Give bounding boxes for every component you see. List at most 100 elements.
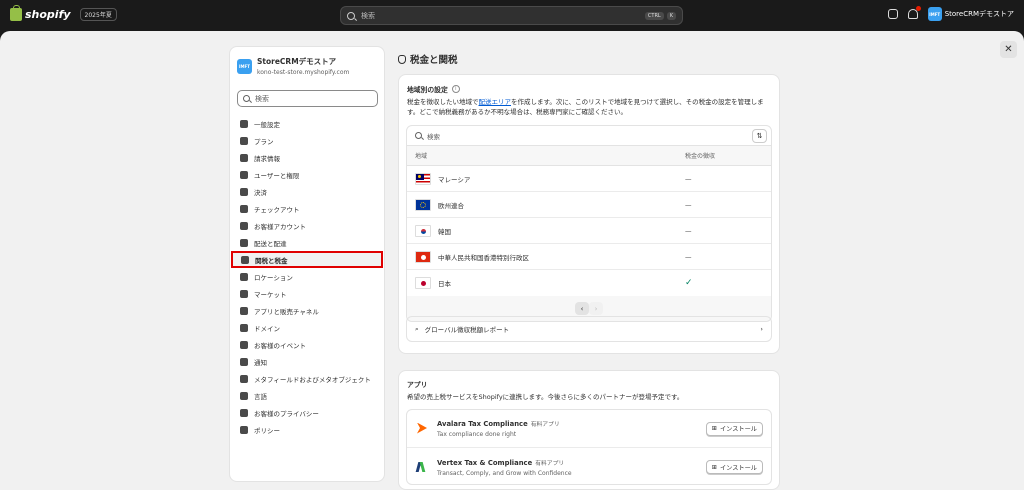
sidebar-item-languages[interactable]: 言語 — [230, 387, 384, 404]
korea-flag-icon — [415, 224, 431, 237]
sidebar-item-billing[interactable]: 請求情報 — [230, 149, 384, 166]
sidebar-item-label: マーケット — [254, 290, 287, 299]
sidebar-search-input[interactable]: 検索 — [237, 90, 378, 107]
shopify-bag-icon — [10, 5, 22, 21]
sort-icon: ⇅ — [756, 132, 763, 140]
table-row[interactable]: 中華人民共和国香港特別行政区 — — [407, 244, 771, 270]
truck-icon — [240, 238, 248, 247]
sidebar-item-policies[interactable]: ポリシー — [230, 421, 384, 438]
sidebar-store-name: StoreCRMデモストア — [257, 57, 337, 66]
shipping-zones-link[interactable]: 配送エリア — [479, 98, 512, 106]
shortcut-k: K — [666, 11, 676, 20]
desc-pre: 税金を徴収したい地域で — [407, 98, 479, 106]
sidebar-item-shipping[interactable]: 配送と配達 — [230, 234, 384, 251]
sidebar-item-taxes[interactable]: 関税と税金 — [231, 251, 383, 268]
report-icon: ⌕ — [415, 324, 419, 333]
metafield-icon — [240, 374, 248, 383]
region-name: 中華人民共和国香港特別行政区 — [438, 253, 529, 262]
close-button[interactable]: ✕ — [1000, 41, 1017, 58]
table-row[interactable]: マレーシア — — [407, 166, 771, 192]
table-row[interactable]: 韓国 — — [407, 218, 771, 244]
sidebar-item-domains[interactable]: ドメイン — [230, 319, 384, 336]
sidebar-nav: 一般設定 プラン 請求情報 ユーザーと権限 決済 チェックアウト お客様アカウン… — [230, 115, 384, 438]
install-button[interactable]: ⊞ インストール — [705, 460, 763, 474]
sidebar-item-plan[interactable]: プラン — [230, 132, 384, 149]
region-status: — — [685, 174, 692, 183]
search-icon — [243, 95, 250, 102]
app-subtitle: Tax compliance done right — [437, 431, 517, 438]
payment-icon — [240, 187, 248, 196]
sidebar-item-label: ユーザーと権限 — [254, 171, 300, 180]
sidebar-item-label: アプリと販売チャネル — [254, 307, 319, 316]
sidebar-item-markets[interactable]: マーケット — [230, 285, 384, 302]
shopify-logo[interactable]: shopify 2025年夏 — [10, 5, 117, 21]
store-icon — [240, 119, 248, 128]
sidebar-item-payments[interactable]: 決済 — [230, 183, 384, 200]
region-name: 日本 — [438, 280, 451, 288]
list-item: Vertex Tax & Compliance 有料アプリ Transact, C… — [407, 448, 771, 484]
globe-icon — [240, 289, 248, 298]
table-row[interactable]: 日本 ✓ — [407, 270, 771, 296]
search-icon — [415, 132, 422, 139]
sidebar-item-label: お客様アカウント — [254, 222, 306, 231]
sidebar-item-label: 言語 — [254, 392, 267, 401]
settings-panel: ✕ IMFT StoreCRMデモストア kono-test-store.mys… — [0, 31, 1024, 490]
sidebar-store-url: kono-test-store.myshopify.com — [257, 69, 350, 76]
regions-search-input[interactable]: 検索 ⇅ — [407, 126, 771, 146]
install-button[interactable]: ⊞ インストール — [705, 421, 763, 436]
store-header: IMFT StoreCRMデモストア kono-test-store.mysho… — [230, 47, 384, 76]
apps-icon: ⊞ — [711, 463, 717, 471]
users-icon — [240, 170, 248, 179]
apps-description: 希望の売上税サービスをShopifyに連携します。今後さらに多くのパートナーが登… — [407, 393, 684, 401]
col-region-header: 地域 — [415, 153, 428, 160]
region-status: — — [685, 200, 692, 209]
notifications-bell-icon[interactable] — [907, 6, 921, 19]
regions-card: 地域別の設定 i 税金を徴収したい地域で配送エリアを作成します。次に、このリストで… — [398, 74, 780, 354]
sidebar-item-notifications[interactable]: 通知 — [230, 353, 384, 370]
global-tax-report-link[interactable]: ⌕ グローバル徴収税額レポート › — [406, 316, 772, 342]
location-pin-icon — [240, 272, 248, 281]
region-name: マレーシア — [438, 175, 471, 184]
japan-flag-icon — [415, 277, 431, 289]
chevron-right-icon: › — [760, 325, 763, 333]
sidebar-item-label: 関税と税金 — [255, 256, 288, 265]
paid-app-badge: 有料アプリ — [535, 460, 565, 467]
sidebar-item-label: 通知 — [254, 358, 267, 367]
sidebar-item-label: ドメイン — [254, 324, 280, 333]
money-bag-icon — [241, 255, 249, 264]
store-avatar-small: IMFT — [237, 58, 252, 74]
region-name: 欧州連合 — [438, 201, 464, 210]
table-row[interactable]: 欧州連合 — — [407, 192, 771, 218]
info-icon[interactable]: i — [451, 85, 460, 93]
app-subtitle: Transact, Comply, and Grow with Confiden… — [437, 469, 572, 477]
sidebar-item-general[interactable]: 一般設定 — [230, 115, 384, 132]
sidebar-item-privacy[interactable]: お客様のプライバシー — [230, 404, 384, 421]
sidebar-item-apps[interactable]: アプリと販売チャネル — [230, 302, 384, 319]
install-label: インストール — [719, 426, 757, 433]
region-status: — — [685, 226, 692, 235]
sidebar-item-label: ロケーション — [254, 273, 293, 282]
sort-button[interactable]: ⇅ — [752, 129, 767, 143]
sidebar-item-label: お客様のイベント — [254, 341, 306, 350]
report-label: グローバル徴収税額レポート — [424, 326, 510, 334]
regions-search-placeholder: 検索 — [427, 132, 440, 141]
receipt-icon — [240, 153, 248, 162]
inbox-icon[interactable] — [887, 9, 898, 19]
prev-page-button[interactable]: ‹ — [575, 302, 589, 315]
sidebar-item-users[interactable]: ユーザーと権限 — [230, 166, 384, 183]
money-bag-icon — [398, 54, 406, 64]
sidebar-item-metafields[interactable]: メタフィールドおよびメタオブジェクト — [230, 370, 384, 387]
policy-icon — [240, 425, 248, 434]
sidebar-item-customer-accounts[interactable]: お客様アカウント — [230, 217, 384, 234]
col-collect-header: 税金の徴収 — [685, 153, 716, 160]
global-search[interactable]: 検索 CTRL K — [340, 6, 683, 25]
apps-icon: ⊞ — [711, 425, 717, 432]
region-status: ✓ — [685, 278, 693, 288]
sidebar-item-locations[interactable]: ロケーション — [230, 268, 384, 285]
store-avatar: IMFT — [927, 7, 942, 21]
top-bar: shopify 2025年夏 検索 CTRL K IMFT StoreCRMデモ… — [0, 0, 1024, 31]
next-page-button[interactable]: › — [589, 302, 603, 315]
sidebar-item-checkout[interactable]: チェックアウト — [230, 200, 384, 217]
sidebar-item-customer-events[interactable]: お客様のイベント — [230, 336, 384, 353]
store-menu[interactable]: IMFT StoreCRMデモストア — [927, 7, 1014, 21]
